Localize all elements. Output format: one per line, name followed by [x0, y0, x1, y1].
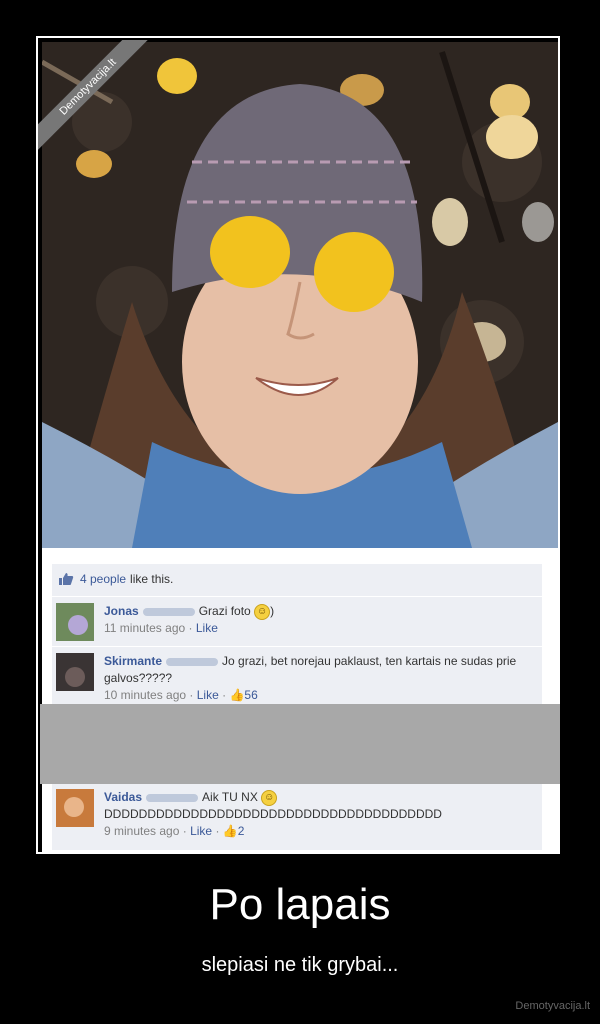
avatar[interactable]	[56, 653, 94, 691]
comments-panel: 4 people like this. Jonas Grazi foto ☺) 1…	[42, 548, 558, 852]
blurred-surname	[146, 793, 199, 802]
thumbs-up-icon: 👍	[229, 688, 245, 702]
meta-separator: ·	[182, 824, 187, 838]
blurred-surname	[166, 657, 219, 666]
meta-separator: ·	[188, 621, 193, 635]
redaction-bar	[40, 704, 560, 784]
comment-like-link[interactable]: Like	[190, 824, 212, 838]
blurred-surname	[142, 607, 195, 616]
comment-text-line2: DDDDDDDDDDDDDDDDDDDDDDDDDDDDDDDDDDDDDDD	[104, 807, 442, 821]
watermark-corner: Demotyvacija.lt	[38, 40, 148, 150]
meta-separator: ·	[215, 824, 220, 838]
comment-author[interactable]: Jonas	[104, 604, 139, 618]
comment-text-end: )	[270, 604, 275, 618]
thumbs-up-icon	[59, 573, 74, 585]
comment-like-link[interactable]: Like	[196, 621, 218, 635]
comment-item: Jonas Grazi foto ☺) 11 minutes ago · Like	[52, 596, 542, 645]
comment-text: Aik TU NX	[202, 790, 258, 804]
thumbs-up-icon: 👍	[222, 824, 238, 838]
smile-icon: ☺	[254, 603, 271, 620]
poster-subtitle: slepiasi ne tik grybai...	[201, 954, 399, 976]
meta-separator: ·	[222, 688, 227, 702]
smile-icon: ☺	[261, 789, 278, 806]
comment-like-count[interactable]: 2	[238, 824, 245, 838]
likes-row: 4 people like this.	[52, 568, 173, 590]
comment-time[interactable]: 11 minutes ago	[104, 621, 185, 635]
comment-time[interactable]: 10 minutes ago	[104, 688, 186, 702]
poster-title: Po lapais	[209, 880, 391, 929]
avatar[interactable]	[56, 789, 94, 827]
comment-time[interactable]: 9 minutes ago	[104, 824, 179, 838]
comment-author[interactable]: Skirmante	[104, 654, 162, 668]
watermark-text: Demotyvacija.lt	[38, 40, 148, 150]
comment-text: Grazi foto	[198, 604, 251, 618]
likes-suffix: like this.	[130, 572, 174, 586]
comment-like-link[interactable]: Like	[197, 688, 219, 702]
likes-count-link[interactable]: 4 people	[80, 572, 126, 586]
comment-author[interactable]: Vaidas	[104, 790, 142, 804]
comment-item: Skirmante Jo grazi, bet norejau paklaust,…	[52, 646, 542, 705]
comment-like-count[interactable]: 56	[244, 688, 257, 702]
footer-watermark: Demotyvacija.lt	[515, 1000, 590, 1012]
comment-item: Vaidas Aik TU NX ☺ DDDDDDDDDDDDDDDDDDDDDD…	[52, 782, 542, 841]
meta-separator: ·	[189, 688, 194, 702]
avatar[interactable]	[56, 603, 94, 641]
